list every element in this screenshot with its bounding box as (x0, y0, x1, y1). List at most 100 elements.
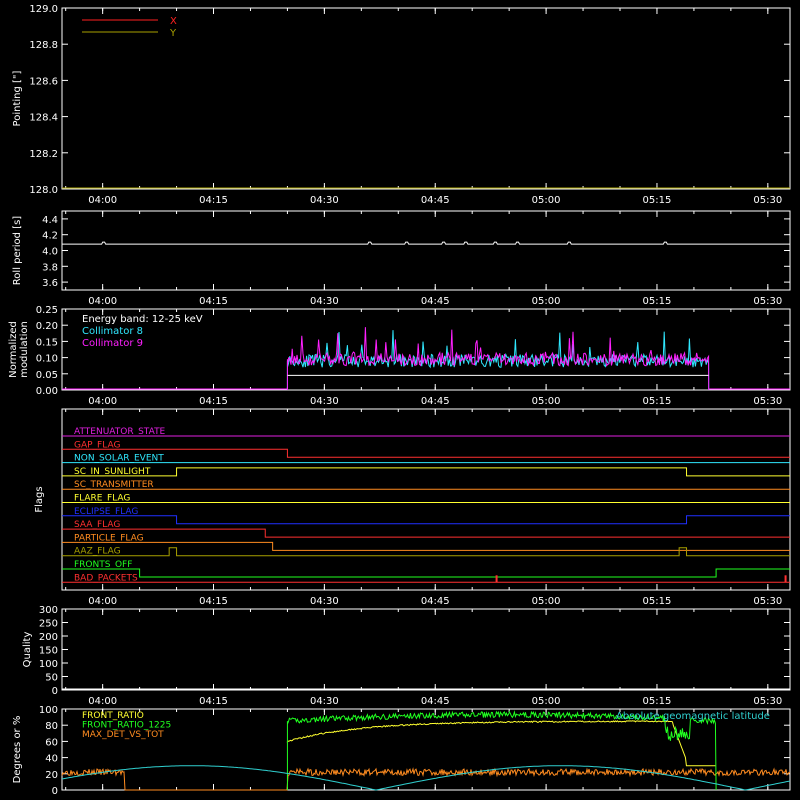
x-tick-label: 05:30 (753, 696, 782, 707)
legend-label: Collimator 8 (82, 326, 143, 337)
y-tick-label: 0.25 (36, 305, 58, 316)
series-geomagnetic-latitude (61, 765, 791, 791)
y-tick-label: 300 (39, 605, 58, 616)
flag-line (62, 547, 790, 557)
flag-line (62, 528, 790, 538)
x-tick-label: 04:30 (310, 296, 339, 307)
panel-ratios: 100 80 60 40 20 0 Degrees or % FRONT_RATIOFRONT… (12, 705, 791, 797)
panel-quality: 04:00 04:15 04:30 04:45 05:00 05:15 05:30 300 25… (22, 605, 791, 707)
x-tick-label: 04:00 (88, 696, 117, 707)
flag-line (62, 448, 790, 458)
x-tick-label: 04:00 (88, 596, 117, 607)
y-tick-label: 100 (39, 705, 58, 716)
y-tick-label: 3.8 (42, 262, 58, 273)
x-tick-label: 04:15 (199, 396, 228, 407)
flag-line (62, 568, 790, 578)
y-axis-label: Normalized (8, 321, 19, 378)
panel-flags: 04:00 04:15 04:30 04:45 05:00 05:15 05:30 Flags… (34, 408, 791, 607)
y-axis-label: Roll period [s] (12, 216, 23, 285)
series-front-ratio (286, 720, 716, 767)
y-tick-label: 20 (45, 770, 58, 781)
x-tick-label: 04:30 (310, 596, 339, 607)
y-axis-label: modulation (19, 321, 30, 378)
y-tick-label: 50 (45, 673, 58, 684)
x-tick-label: 04:45 (421, 296, 450, 307)
legend-label-y: Y (169, 28, 177, 39)
x-tick-label: 04:45 (421, 596, 450, 607)
y-tick-label: 128.8 (29, 40, 58, 51)
quality-frame (61, 608, 791, 691)
y-tick-label: 0 (52, 786, 58, 797)
x-tick-label: 04:00 (88, 195, 117, 206)
x-tick-label: 05:15 (643, 696, 672, 707)
y-axis-label: Flags (34, 486, 45, 512)
y-tick-label: 40 (45, 754, 58, 765)
series-front-ratio-1225 (286, 710, 717, 791)
panel-roll: 04:00 04:15 04:30 04:45 05:00 05:15 05:30 4.4 4.… (12, 210, 791, 307)
legend-label: FRONT_RATIO_1225 (82, 721, 171, 731)
y-tick-label: 128.4 (29, 113, 58, 124)
y-tick-label: 0.05 (36, 370, 58, 381)
x-tick-label: 04:15 (199, 596, 228, 607)
legend-label: FRONT_RATIO (82, 711, 144, 721)
figure: 04:00 04:15 04:30 04:45 05:00 05:15 05:30 129.0… (8, 4, 791, 797)
y-axis-label: Pointing ["] (12, 70, 23, 126)
panels: 04:00 04:15 04:30 04:45 05:00 05:15 05:30 129.0… (8, 4, 791, 797)
y-tick-label: 250 (39, 619, 58, 630)
x-tick-label: 04:30 (310, 396, 339, 407)
flag-line (62, 467, 790, 477)
x-tick-label: 05:00 (532, 396, 561, 407)
geomagnetic-latitude-label: Absolute geomagnetic latitude (616, 711, 770, 722)
x-tick-label: 04:15 (199, 296, 228, 307)
x-tick-label: 04:15 (199, 696, 228, 707)
panel-modulation: 04:00 04:15 04:30 04:45 05:00 05:15 05:30 0.25 0… (8, 305, 791, 407)
x-tick-label: 05:15 (643, 296, 672, 307)
y-tick-label: 0 (52, 686, 58, 697)
y-tick-label: 0.20 (36, 321, 58, 332)
y-tick-label: 100 (39, 659, 58, 670)
x-tick-label: 05:15 (643, 195, 672, 206)
y-tick-label: 0.00 (36, 386, 58, 397)
roll-period-line (62, 241, 790, 245)
y-tick-label: 0.15 (36, 337, 58, 348)
x-tick-label: 05:00 (532, 596, 561, 607)
legend-label: MAX_DET_VS_TOT (82, 730, 164, 740)
y-tick-label: 60 (45, 737, 58, 748)
flag-line (62, 541, 790, 551)
x-tick-label: 04:00 (88, 396, 117, 407)
y-tick-label: 128.2 (29, 149, 58, 160)
legend-label-x: X (170, 16, 177, 27)
y-tick-label: 4.2 (42, 231, 58, 242)
y-tick-label: 3.6 (42, 278, 58, 289)
y-axis-label: Degrees or % (12, 716, 23, 784)
x-tick-label: 05:00 (532, 195, 561, 206)
x-tick-label: 04:30 (310, 195, 339, 206)
y-tick-label: 129.0 (29, 4, 58, 15)
x-tick-label: 05:30 (753, 195, 782, 206)
y-tick-label: 200 (39, 632, 58, 643)
y-axis-label: Quality (22, 632, 33, 668)
x-tick-label: 04:30 (310, 696, 339, 707)
y-tick-label: 0.10 (36, 354, 58, 365)
x-tick-label: 05:15 (643, 596, 672, 607)
x-tick-label: 04:45 (421, 396, 450, 407)
y-tick-label: 150 (39, 646, 58, 657)
y-tick-label: 4.0 (42, 247, 58, 258)
roll-frame (61, 210, 791, 291)
x-tick-label: 05:30 (753, 396, 782, 407)
energy-band-label: Energy band: 12-25 keV (82, 314, 203, 325)
x-tick-label: 05:15 (643, 396, 672, 407)
x-tick-label: 04:45 (421, 696, 450, 707)
y-tick-label: 128.6 (29, 76, 58, 87)
flag-line (62, 515, 790, 525)
x-tick-label: 04:00 (88, 296, 117, 307)
x-tick-label: 05:00 (532, 296, 561, 307)
panel-pointing: 04:00 04:15 04:30 04:45 05:00 05:15 05:30 129.0… (12, 4, 791, 206)
x-tick-label: 05:00 (532, 696, 561, 707)
y-tick-label: 128.0 (29, 185, 58, 196)
y-tick-label: 4.4 (42, 215, 58, 226)
x-tick-label: 05:30 (753, 596, 782, 607)
y-tick-label: 80 (45, 721, 58, 732)
legend-label: Collimator 9 (82, 338, 143, 349)
x-tick-label: 04:45 (421, 195, 450, 206)
